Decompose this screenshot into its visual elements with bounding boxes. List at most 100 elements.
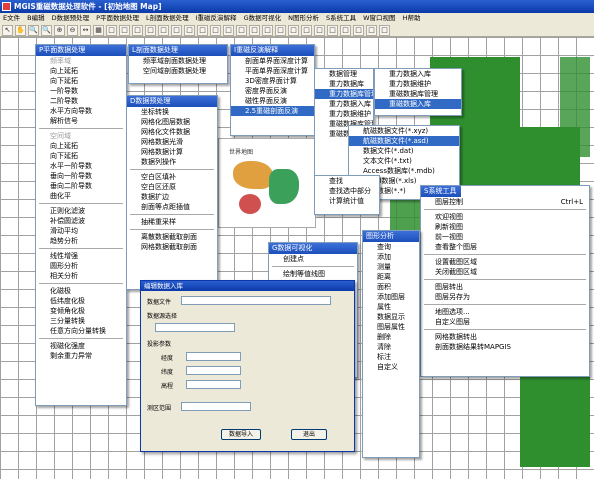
menu-item[interactable]: 网格化图层数据 xyxy=(127,117,217,127)
menu-item[interactable]: 重力数据库管理 xyxy=(315,89,373,99)
menu-item[interactable]: 磁性界面反演 xyxy=(231,96,314,106)
toolbar-button-icon[interactable]: □ xyxy=(249,25,260,36)
toolbar-button-icon[interactable]: □ xyxy=(184,25,195,36)
menu-item[interactable]: 数据扩边 xyxy=(127,192,217,202)
menu-item[interactable]: 抽稀重采样 xyxy=(127,217,217,227)
toolbar-button-icon[interactable]: □ xyxy=(314,25,325,36)
menu-item[interactable]: 重力数据库 xyxy=(315,79,373,89)
menu-item[interactable]: 距离 xyxy=(363,272,419,282)
menu-item[interactable]: 3D密度界面计算 xyxy=(231,76,314,86)
toolbar-button-icon[interactable]: □ xyxy=(145,25,156,36)
menu-item[interactable]: 一阶导数 xyxy=(36,86,126,96)
menu-item[interactable]: 向下延拓 xyxy=(36,151,126,161)
menu-item[interactable]: 变倾角化极 xyxy=(36,306,126,316)
menu-item[interactable]: 向上延拓 xyxy=(36,141,126,151)
menu-item[interactable]: 标注 xyxy=(363,352,419,362)
toolbar-button-icon[interactable]: □ xyxy=(288,25,299,36)
menu-item[interactable]: 查找 xyxy=(315,176,379,186)
menu-item[interactable]: 网格化文件数据 xyxy=(127,127,217,137)
menu-item[interactable]: 查询 xyxy=(363,242,419,252)
import-button[interactable]: 数据导入 xyxy=(221,429,261,440)
menu-item[interactable]: 网格数据截取剖面 xyxy=(127,242,217,252)
toolbar-button-icon[interactable]: □ xyxy=(210,25,221,36)
menu-item[interactable]: 前一视图 xyxy=(421,232,589,242)
menu-item[interactable]: 解析信号 xyxy=(36,116,126,126)
menubar-item[interactable]: G数据可视化 xyxy=(244,13,282,24)
toolbar-button-icon[interactable]: □ xyxy=(275,25,286,36)
menu-item[interactable]: 查看整个图层 xyxy=(421,242,589,252)
menubar-item[interactable]: N图形分析 xyxy=(288,13,319,24)
toolbar-button-icon[interactable]: □ xyxy=(262,25,273,36)
toolbar-button-icon[interactable]: 🔍 xyxy=(41,25,52,36)
toolbar-button-icon[interactable]: □ xyxy=(132,25,143,36)
menu-item[interactable]: 平面单界面深度计算 xyxy=(231,66,314,76)
range-field[interactable] xyxy=(181,402,251,411)
toolbar-button-icon[interactable]: ↖ xyxy=(2,25,13,36)
menu-item[interactable]: 重力数据维护 xyxy=(375,79,461,89)
menubar-item[interactable]: B编辑 xyxy=(27,13,44,24)
menu-item[interactable]: 正则化滤波 xyxy=(36,206,126,216)
menu-item[interactable]: 重力数据入库 xyxy=(315,99,373,109)
menu-item[interactable]: 线性增强 xyxy=(36,251,126,261)
toolbar-button-icon[interactable]: □ xyxy=(223,25,234,36)
menu-item[interactable]: 低纬度化极 xyxy=(36,296,126,306)
toolbar-button-icon[interactable]: □ xyxy=(119,25,130,36)
menu-item[interactable]: 圆形分析 xyxy=(36,261,126,271)
toolbar-button-icon[interactable]: □ xyxy=(197,25,208,36)
toolbar-button-icon[interactable]: ✋ xyxy=(15,25,26,36)
menu-item[interactable]: 水平一阶导数 xyxy=(36,161,126,171)
menu-item[interactable]: 属性 xyxy=(363,302,419,312)
menu-item[interactable]: 剖面等点距插值 xyxy=(127,202,217,212)
menu-item[interactable]: 数据文件(*.dat) xyxy=(349,146,459,156)
menu-item[interactable]: 创建点 xyxy=(269,254,357,264)
menu-item[interactable]: 设置截图区域 xyxy=(421,257,589,267)
menu-item[interactable]: 空白区还原 xyxy=(127,182,217,192)
menu-item[interactable]: 绘制等值线图 xyxy=(269,269,357,279)
menu-item[interactable]: 数据显示 xyxy=(363,312,419,322)
menu-item[interactable]: 图层转出 xyxy=(421,282,589,292)
menu-item[interactable]: 删除 xyxy=(363,332,419,342)
menu-item[interactable]: 添加图层 xyxy=(363,292,419,302)
data-source-field[interactable] xyxy=(155,323,235,332)
menu-item[interactable]: 剖面单界面深度计算 xyxy=(231,56,314,66)
toolbar-button-icon[interactable]: □ xyxy=(327,25,338,36)
menu-item[interactable]: 垂向二阶导数 xyxy=(36,181,126,191)
toolbar-button-icon[interactable]: ▦ xyxy=(93,25,104,36)
toolbar-button-icon[interactable]: ↔ xyxy=(80,25,91,36)
toolbar-button-icon[interactable]: □ xyxy=(106,25,117,36)
menu-item[interactable]: 空间域 xyxy=(36,131,126,141)
menubar-item[interactable]: D数据预处理 xyxy=(52,13,90,24)
menu-item[interactable]: 查找选中部分 xyxy=(315,186,379,196)
menu-item[interactable]: 频率域剖面数据处理 xyxy=(129,56,227,66)
menu-item[interactable]: 三分量转换 xyxy=(36,316,126,326)
menu-item[interactable]: 重力数据维护 xyxy=(315,109,373,119)
menubar-item[interactable]: I重磁反演解释 xyxy=(196,13,237,24)
toolbar-button-icon[interactable]: □ xyxy=(301,25,312,36)
menu-item[interactable]: 二阶导数 xyxy=(36,96,126,106)
menu-item[interactable]: 自定义图层 xyxy=(421,317,589,327)
menu-item[interactable]: 向上延拓 xyxy=(36,66,126,76)
menu-item[interactable]: 数据列操作 xyxy=(127,157,217,167)
data-file-field[interactable] xyxy=(181,296,331,305)
menu-item[interactable]: 密度界面反演 xyxy=(231,86,314,96)
menu-item[interactable]: 剩余重力异常 xyxy=(36,351,126,361)
menu-item[interactable]: 趋势分析 xyxy=(36,236,126,246)
menu-item[interactable]: 补偿圆滤波 xyxy=(36,216,126,226)
menu-item[interactable]: 网格数据计算 xyxy=(127,147,217,157)
toolbar-button-icon[interactable]: ⊕ xyxy=(54,25,65,36)
menu-item[interactable]: 清除 xyxy=(363,342,419,352)
menu-item[interactable]: 化磁极 xyxy=(36,286,126,296)
menu-item[interactable]: 相关分析 xyxy=(36,271,126,281)
menu-item[interactable]: 重磁数据库管理 xyxy=(375,89,461,99)
toolbar-button-icon[interactable]: □ xyxy=(158,25,169,36)
menu-item[interactable]: 任意方向分量转换 xyxy=(36,326,126,336)
menu-item[interactable]: 网格数据光滑 xyxy=(127,137,217,147)
menu-item[interactable]: 关闭截图区域 xyxy=(421,267,589,277)
toolbar-button-icon[interactable]: □ xyxy=(236,25,247,36)
menu-item[interactable]: 坐标转换 xyxy=(127,107,217,117)
toolbar-button-icon[interactable]: □ xyxy=(171,25,182,36)
menu-item[interactable]: 测量 xyxy=(363,262,419,272)
menubar-item[interactable]: P平面数据处理 xyxy=(96,13,139,24)
menubar-item[interactable]: S系统工具 xyxy=(326,13,356,24)
menu-item[interactable]: 添加 xyxy=(363,252,419,262)
